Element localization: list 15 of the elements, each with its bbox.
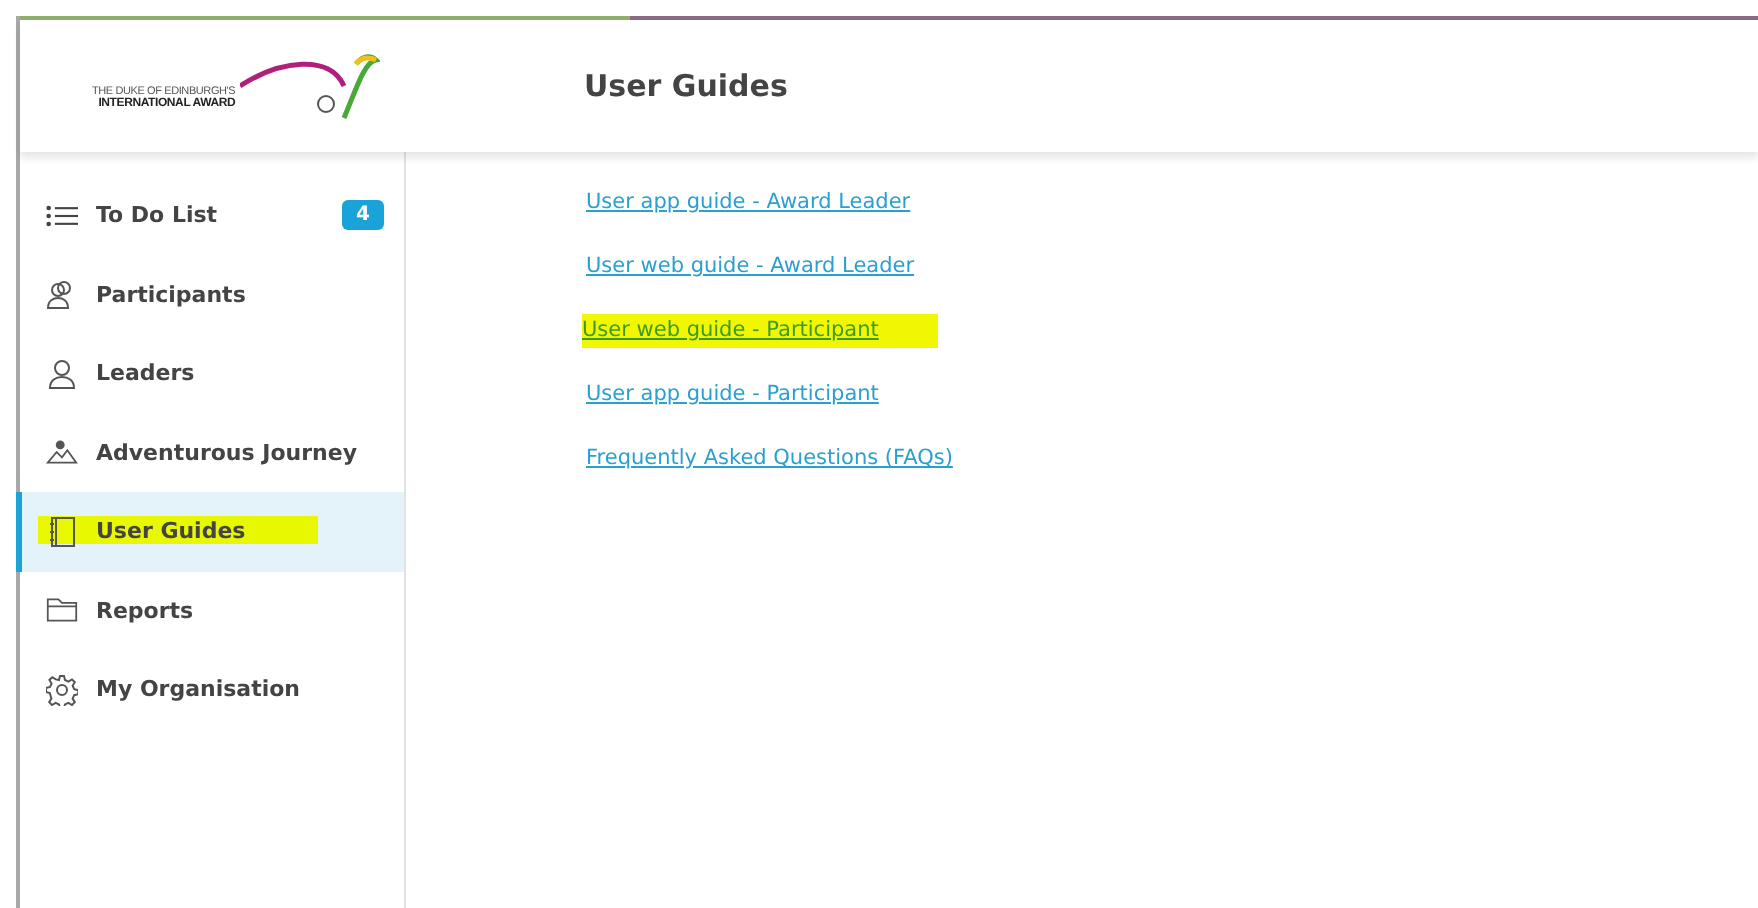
sidebar-item[interactable]: Participants bbox=[16, 255, 404, 334]
user-icon bbox=[46, 357, 78, 390]
sidebar-item[interactable]: My Organisation bbox=[16, 650, 404, 729]
book-icon bbox=[46, 515, 78, 548]
sidebar-item[interactable]: Leaders bbox=[16, 334, 404, 413]
page-title: User Guides bbox=[584, 68, 788, 104]
sidebar-item[interactable]: Reports bbox=[16, 571, 404, 650]
sidebar-item[interactable]: To Do List 4 bbox=[16, 176, 404, 255]
sidebar-item[interactable]: Adventurous Journey bbox=[16, 413, 404, 492]
logo-icon bbox=[239, 50, 380, 122]
folder-icon bbox=[46, 594, 78, 627]
count-badge: 4 bbox=[342, 200, 384, 231]
mountain-icon bbox=[46, 436, 78, 469]
sidebar-item[interactable]: User Guides bbox=[16, 492, 404, 571]
settings-icon bbox=[46, 673, 78, 706]
